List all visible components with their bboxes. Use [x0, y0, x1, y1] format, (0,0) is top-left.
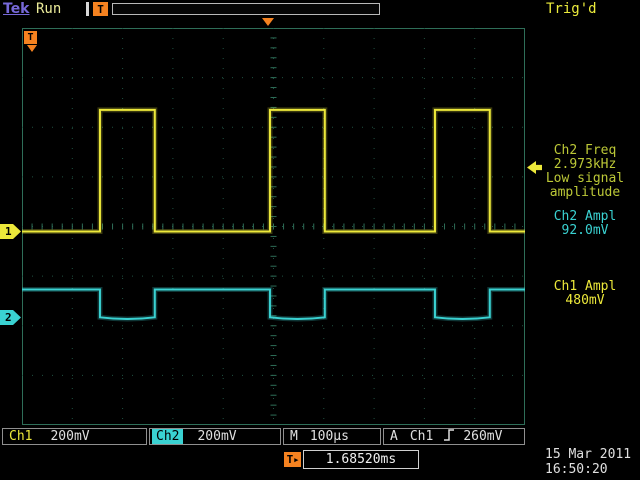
ch2-freq-warning-1: Low signal: [532, 172, 638, 186]
ch1-scale-box: Ch1 200mV: [2, 428, 147, 445]
acquisition-record-bar: [112, 3, 380, 15]
graticule-area: [22, 28, 525, 425]
ch1-ampl-label: Ch1 Ampl: [532, 280, 638, 294]
trigger-position-marker-icon: [262, 18, 274, 26]
trigger-delay-value: 1.68520ms: [326, 452, 396, 467]
graticule-svg: [22, 28, 525, 425]
ch2-freq-warning-2: amplitude: [532, 186, 638, 200]
ch2-freq-value: 2.973kHz: [532, 158, 638, 172]
trigger-status: Trig'd: [546, 1, 597, 17]
acquisition-run-status: Run: [36, 1, 61, 17]
trigger-time-arrow-icon: [27, 45, 37, 52]
date-label: 15 Mar 2011: [545, 447, 640, 462]
oscilloscope-screen: Tek Run T Trig'd T 1 2 Ch2 Freq 2.973kHz…: [0, 0, 640, 480]
trigger-info-box: A Ch1 260mV: [383, 428, 525, 445]
ch1-ampl-value: 480mV: [532, 294, 638, 308]
tek-logo: Tek: [3, 1, 30, 17]
timebase-box: M 100µs: [283, 428, 381, 445]
ch2-ground-marker: 2: [0, 310, 21, 325]
trigger-time-marker: T: [24, 31, 37, 44]
trigger-delay-readout: 1.68520ms: [303, 450, 419, 469]
ch2-ampl-label: Ch2 Ampl: [532, 210, 638, 224]
ch2-freq-measurement: Ch2 Freq 2.973kHz Low signal amplitude: [532, 144, 638, 200]
time-label: 16:50:20: [545, 462, 640, 477]
ch1-label: Ch1: [9, 429, 32, 444]
datetime-display: 15 Mar 2011 16:50:20: [545, 447, 640, 477]
right-arrow-icon: ▶: [294, 456, 298, 464]
ch2-ampl-measurement: Ch2 Ampl 92.0mV: [532, 210, 638, 238]
ch2-ampl-value: 92.0mV: [532, 224, 638, 238]
trigger-badge: T: [93, 2, 108, 16]
ch1-ground-marker: 1: [0, 224, 21, 239]
ch1-scale: 200mV: [50, 429, 89, 444]
ch2-scale-box: Ch2 200mV: [149, 428, 281, 445]
status-separator: [86, 2, 89, 16]
trigger-mode: A: [390, 429, 398, 444]
trigger-level: 260mV: [463, 429, 502, 444]
trigger-delay-badge: T ▶: [284, 452, 301, 467]
ch1-ampl-measurement: Ch1 Ampl 480mV: [532, 280, 638, 308]
ch2-label: Ch2: [152, 429, 183, 444]
trigger-source: Ch1: [410, 429, 433, 444]
ch2-scale: 200mV: [197, 429, 236, 444]
ch2-freq-label: Ch2 Freq: [532, 144, 638, 158]
trigger-delay-badge-t: T: [287, 453, 294, 466]
timebase-value: 100µs: [310, 429, 349, 444]
timebase-label: M: [290, 429, 298, 444]
rising-edge-icon: [443, 428, 455, 446]
